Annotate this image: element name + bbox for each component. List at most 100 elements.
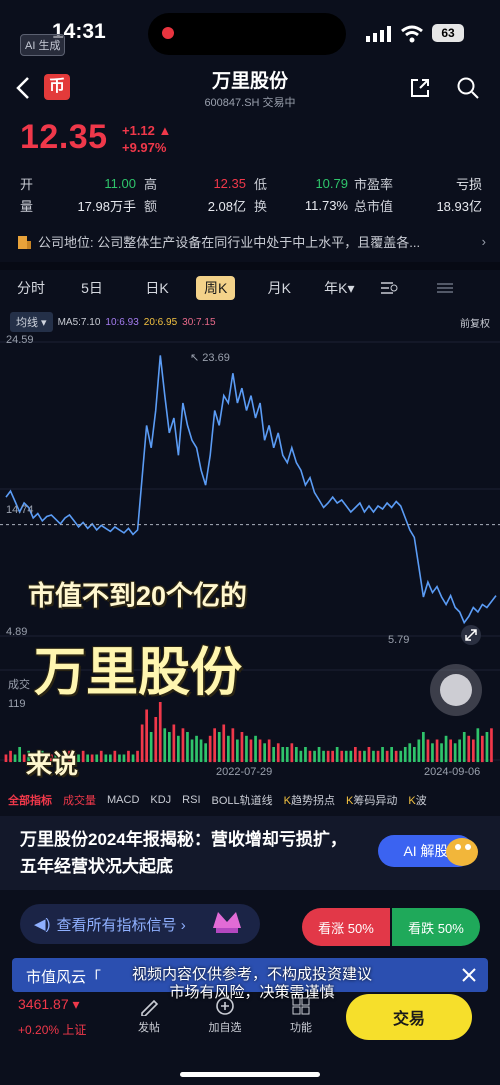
- volume-bar: [458, 739, 461, 762]
- price-chart[interactable]: [0, 330, 500, 780]
- volume-bar: [199, 739, 203, 762]
- ma-legend-row: 均线 ▾ MA5:7.10 10:6.93 20:6.95 30:7.15 前复…: [10, 312, 490, 332]
- y-tick-top: 24.59: [6, 334, 34, 346]
- ma20-value: 20:6.95: [143, 316, 178, 328]
- volume-bar: [95, 754, 99, 762]
- volume-bar: [258, 739, 262, 762]
- volume-bar: [422, 732, 425, 762]
- volume-bar: [272, 747, 275, 762]
- volume-bar: [453, 743, 457, 763]
- x-label-2: 2024-09-06: [424, 766, 481, 778]
- mascot-icon: [446, 838, 478, 866]
- volume-bar: [99, 750, 103, 763]
- volume-bar: [263, 743, 266, 763]
- volume-bar: [86, 754, 89, 762]
- indicator-trend[interactable]: K趋势拐点: [284, 792, 335, 808]
- company-position-row[interactable]: 公司地位: 公司整体生产设备在同行业中处于中上水平，且覆盖各... ›: [16, 232, 486, 251]
- indicator-volume[interactable]: 成交量: [63, 792, 96, 808]
- volume-bar: [222, 724, 226, 762]
- max-price-label: ↖ 23.69: [190, 352, 230, 364]
- indicator-rsi[interactable]: RSI: [182, 794, 200, 806]
- speaker-icon: ◀): [34, 916, 51, 933]
- volume-bar: [326, 750, 330, 763]
- volume-bar: [131, 754, 135, 762]
- stat-label: 高: [144, 176, 158, 192]
- vote-down-button[interactable]: 看跌 50%: [392, 908, 480, 946]
- volume-bar: [467, 735, 471, 763]
- chart-period-tabs: 分时 5日 日K 周K 月K 年K▾: [10, 276, 490, 300]
- indicator-tabs: 全部指标 成交量 MACD KDJ RSI BOLL轨道线 K趋势拐点 K筹码异…: [8, 792, 500, 808]
- volume-bar: [118, 754, 121, 762]
- volume-bar: [317, 747, 321, 762]
- tab-weekly-k[interactable]: 周K: [196, 276, 236, 300]
- volume-bar: [4, 754, 8, 762]
- volume-bar: [354, 747, 357, 762]
- volume-bar: [462, 732, 466, 762]
- dynamic-island: [148, 13, 346, 55]
- k-badge-icon: K: [283, 795, 291, 807]
- share-icon[interactable]: [408, 76, 432, 100]
- volume-bar: [127, 750, 130, 763]
- volume-bar: [208, 735, 212, 763]
- up-triangle-icon: ▲: [158, 123, 172, 138]
- volume-bar: [276, 743, 280, 763]
- volume-bar: [122, 754, 126, 762]
- vote-up-button[interactable]: 看涨 50%: [302, 908, 390, 946]
- stat-value: 18.93亿: [436, 198, 482, 214]
- stat-value: 2.08亿: [207, 198, 246, 214]
- indicator-kdj[interactable]: KDJ: [150, 794, 171, 806]
- volume-bar: [227, 735, 230, 763]
- chart-settings-icon[interactable]: [379, 280, 399, 296]
- tab-yearly-k[interactable]: 年K▾: [309, 276, 369, 300]
- ai-generated-badge: AI 生成: [20, 34, 66, 56]
- disclaimer-overlay: 视频内容仅供参考，不构成投资建议 市场有风险，决策需谨慎: [112, 966, 392, 1002]
- tab-daily-k[interactable]: 日K: [132, 276, 182, 300]
- volume-bar: [145, 709, 148, 762]
- company-position-text: 公司地位: 公司整体生产设备在同行业中处于中上水平，且覆盖各...: [38, 235, 421, 250]
- nav-functions-label: 功能: [290, 1022, 312, 1034]
- news-headline[interactable]: 万里股份2024年报揭秘：营收增却亏损扩，五年经营状况大起底: [20, 826, 360, 880]
- volume-bar: [444, 735, 448, 763]
- crown-gift-icon: [213, 912, 241, 933]
- min-price-label: 5.79: [388, 634, 410, 646]
- volume-bar: [213, 728, 216, 763]
- indicator-macd[interactable]: MACD: [107, 794, 139, 806]
- search-icon[interactable]: [456, 76, 480, 100]
- volume-bar: [181, 728, 185, 763]
- volume-bar: [231, 728, 235, 763]
- chart-layout-icon[interactable]: [435, 280, 455, 296]
- volume-bar: [104, 754, 108, 762]
- volume-tick: 119: [8, 698, 26, 710]
- adjust-mode[interactable]: 前复权: [460, 315, 490, 330]
- volume-bar: [399, 750, 403, 763]
- tab-intraday[interactable]: 分时: [10, 276, 52, 300]
- volume-bar: [408, 743, 412, 763]
- volume-bar: [195, 735, 198, 763]
- indicator-chips[interactable]: K筹码异动: [346, 792, 397, 808]
- volume-bar: [358, 750, 362, 763]
- volume-bar: [168, 732, 171, 762]
- indicator-all[interactable]: 全部指标: [8, 792, 52, 808]
- volume-bar: [367, 747, 371, 762]
- volume-bar: [335, 747, 339, 762]
- indicator-boll[interactable]: BOLL轨道线: [212, 792, 273, 808]
- volume-bar: [304, 747, 307, 762]
- nav-post-label: 发帖: [138, 1022, 160, 1034]
- stat-label: 量: [20, 198, 34, 214]
- indicator-wave[interactable]: K波: [408, 792, 426, 808]
- price-change: +1.12 ▲ +9.97%: [122, 122, 171, 156]
- volume-bar: [149, 732, 153, 762]
- quote-stats: 开 11.00 高 12.35 低 10.79 市盈率 亏损 量 17.98万手…: [20, 172, 482, 216]
- nav-add-label: 加自选: [208, 1022, 242, 1034]
- tab-monthly-k[interactable]: 月K: [249, 276, 309, 300]
- stat-label: 开: [20, 176, 34, 192]
- index-value[interactable]: 3461.87 ▾: [18, 996, 80, 1013]
- fullscreen-icon[interactable]: [460, 624, 482, 646]
- volume-bar: [113, 750, 117, 763]
- assistive-touch-button[interactable]: [430, 664, 482, 716]
- close-icon[interactable]: [460, 966, 478, 984]
- ma30-value: 30:7.15: [182, 316, 216, 328]
- volume-bar: [299, 750, 303, 763]
- tab-5day[interactable]: 5日: [52, 276, 132, 300]
- ma-selector[interactable]: 均线 ▾: [10, 312, 53, 332]
